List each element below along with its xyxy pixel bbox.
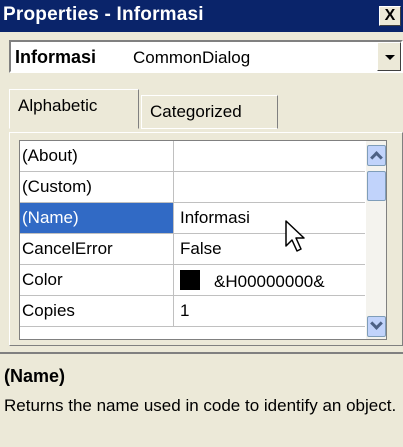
property-value[interactable]: &H00000000& — [175, 265, 365, 295]
property-value[interactable] — [175, 172, 365, 202]
title-bar: Properties - Informasi X — [0, 0, 403, 32]
property-row-copies[interactable]: Copies 1 — [20, 296, 365, 327]
property-value[interactable]: Informasi — [175, 203, 365, 233]
tab-alphabetic[interactable]: Alphabetic — [9, 89, 139, 129]
scroll-up-button[interactable] — [367, 145, 386, 166]
scroll-down-button[interactable] — [367, 316, 386, 337]
chevron-up-icon — [370, 151, 383, 164]
vertical-scrollbar[interactable] — [366, 141, 386, 339]
property-row-name[interactable]: (Name) Informasi — [20, 203, 365, 234]
chevron-down-icon — [385, 55, 395, 60]
description-pane: (Name) Returns the name used in code to … — [0, 352, 403, 447]
object-name: Informasi — [15, 47, 97, 67]
property-row-about[interactable]: (About) — [20, 141, 365, 172]
color-value-text: &H00000000& — [214, 272, 325, 291]
property-row-custom[interactable]: (Custom) — [20, 172, 365, 203]
property-value[interactable]: 1 — [175, 296, 365, 326]
property-row-cancelerror[interactable]: CancelError False — [20, 234, 365, 265]
property-value[interactable] — [175, 141, 365, 171]
mouse-pointer-icon — [285, 220, 305, 252]
scroll-thumb[interactable] — [367, 171, 386, 201]
property-name: (Name) — [20, 203, 174, 233]
property-name: (Custom) — [20, 172, 174, 202]
property-value[interactable]: False — [175, 234, 365, 264]
property-name: (About) — [20, 141, 174, 171]
object-selector[interactable]: Informasi CommonDialog — [9, 40, 403, 73]
close-button[interactable]: X — [379, 6, 401, 26]
property-row-color[interactable]: Color &H00000000& — [20, 265, 365, 296]
description-title: (Name) — [4, 366, 66, 386]
color-swatch — [180, 270, 200, 290]
property-name: Copies — [20, 296, 174, 326]
property-grid: (About) (Custom) (Name) Informasi Cancel… — [19, 140, 387, 340]
description-text: Returns the name used in code to identif… — [4, 396, 397, 415]
tab-categorized[interactable]: Categorized — [141, 95, 278, 129]
object-type: CommonDialog — [133, 48, 251, 67]
property-name: Color — [20, 265, 174, 295]
window-title: Properties - Informasi — [3, 4, 204, 25]
object-dropdown-button[interactable] — [377, 42, 401, 71]
chevron-down-icon — [370, 317, 383, 330]
property-name: CancelError — [20, 234, 174, 264]
